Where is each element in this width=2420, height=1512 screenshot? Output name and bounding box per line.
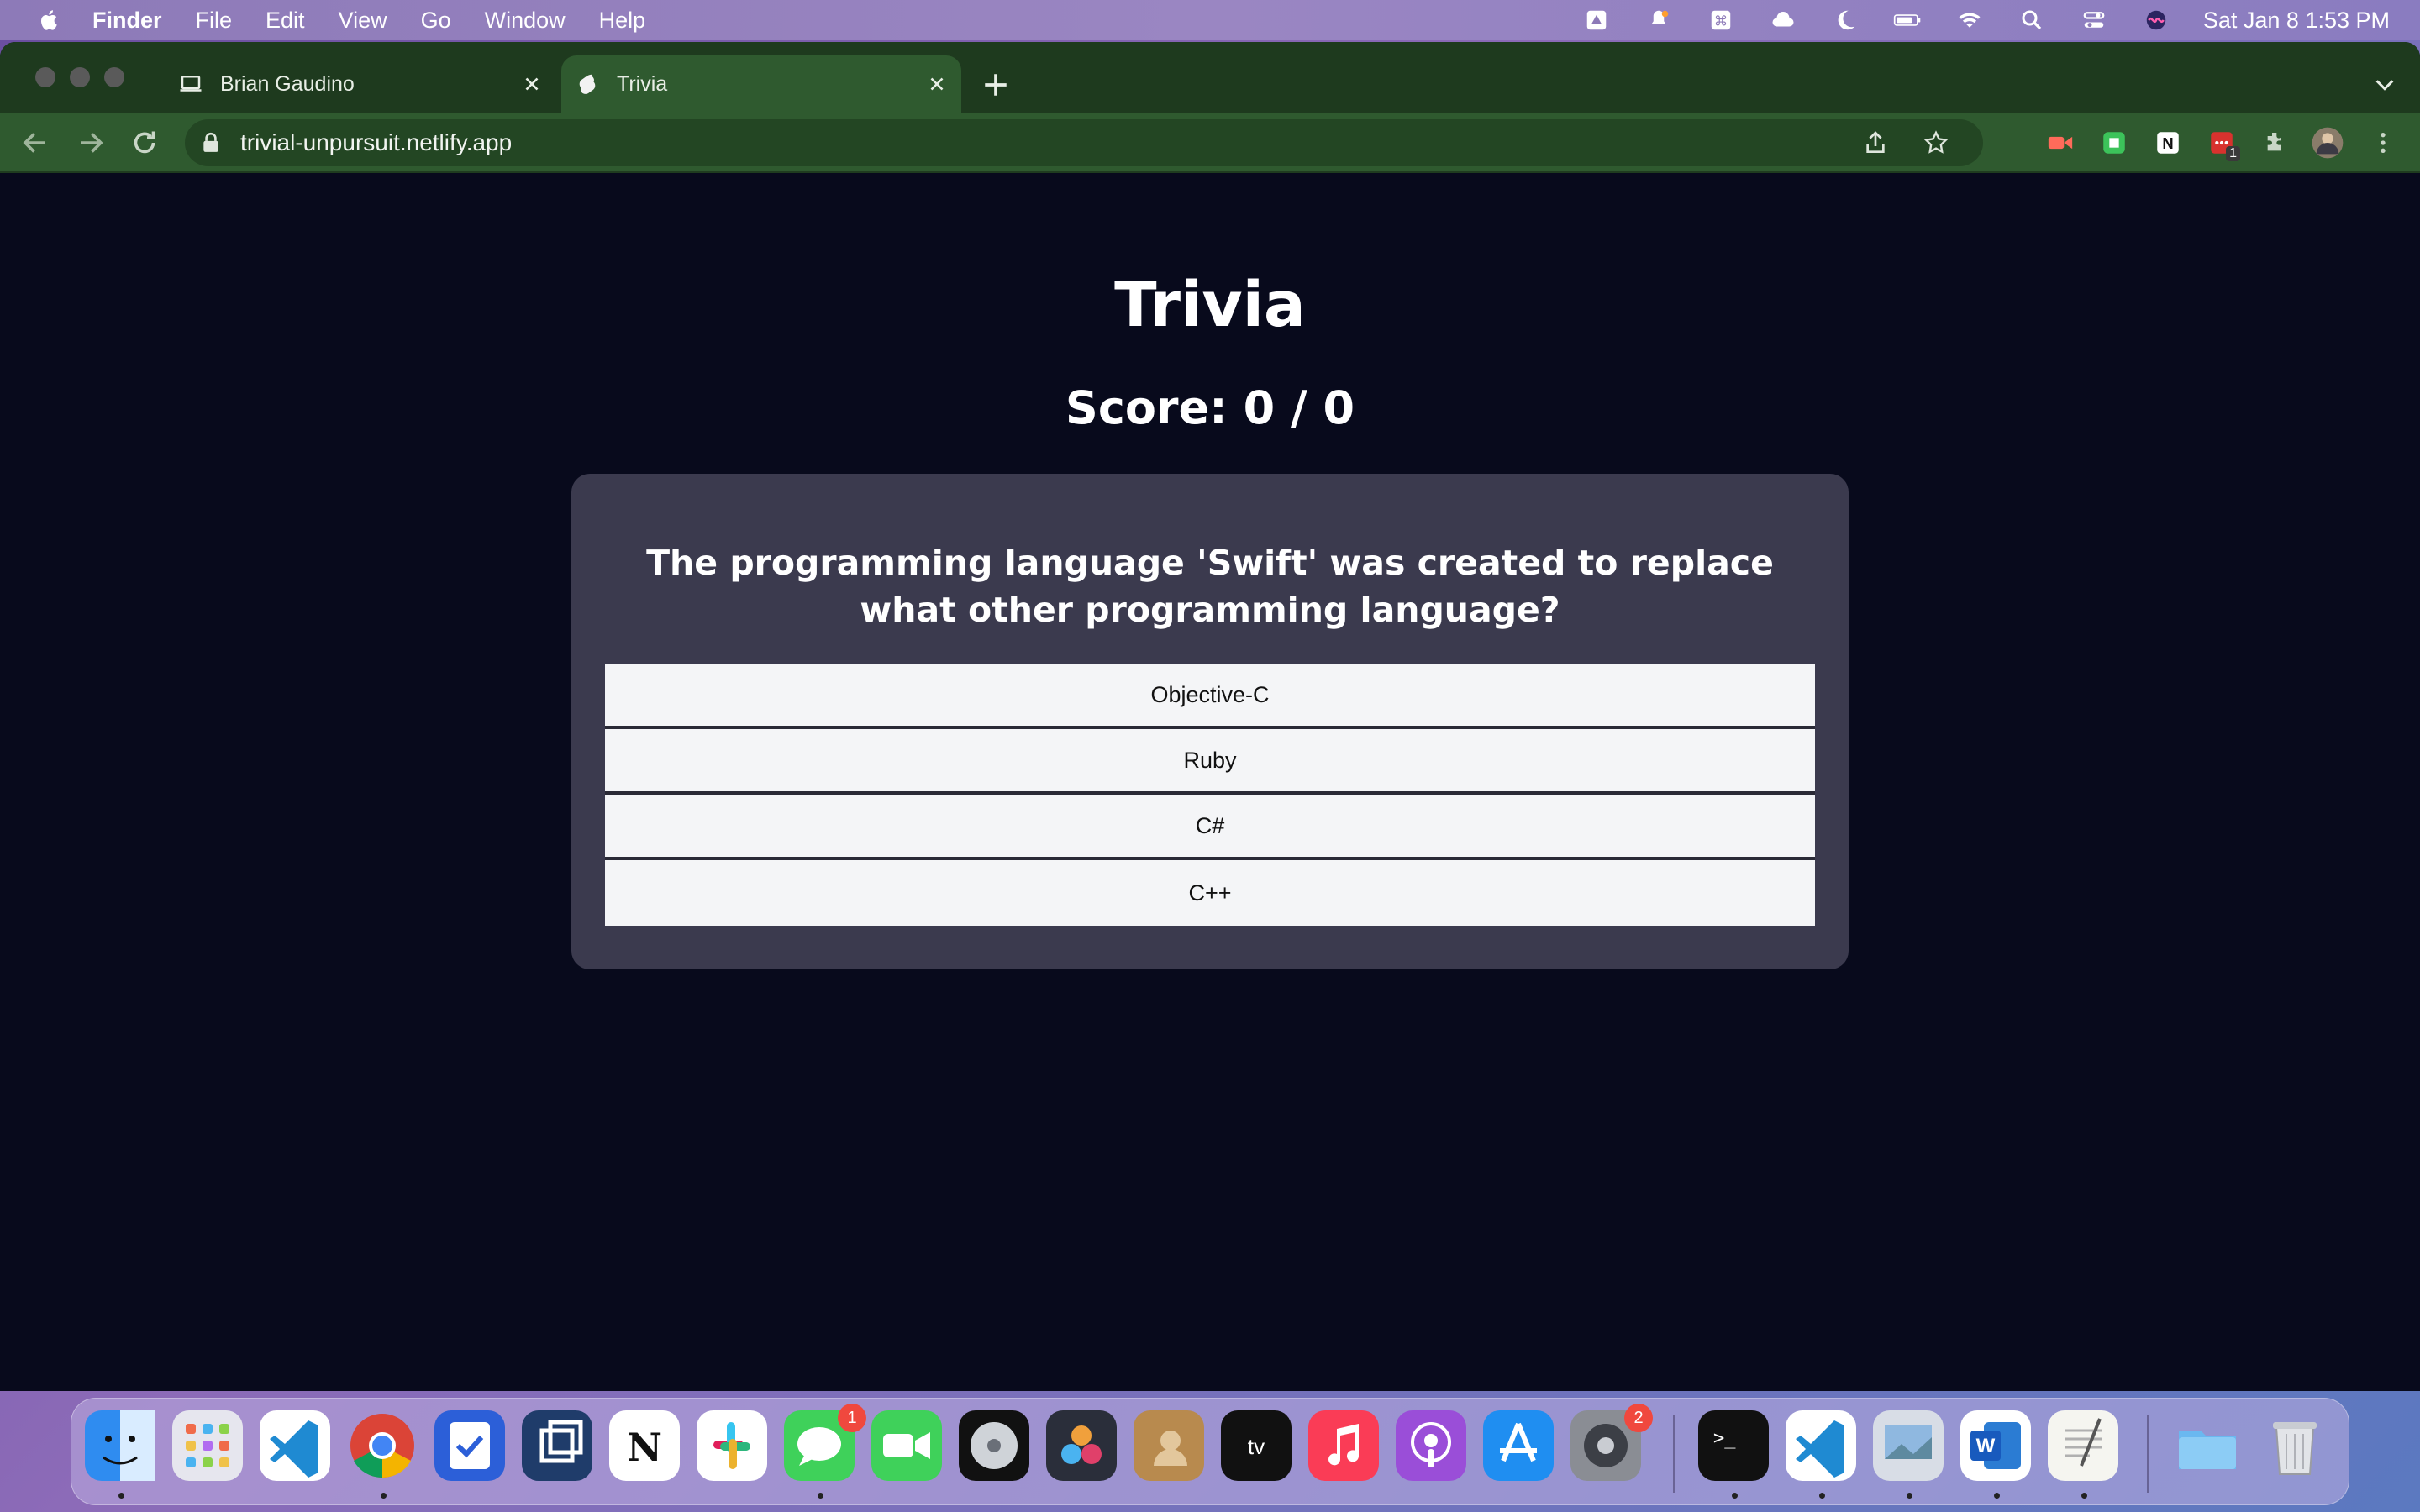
tab-title: Brian Gaudino xyxy=(220,71,355,96)
screen-recorder-extension-icon[interactable] xyxy=(2042,124,2079,161)
menu-bar: Finder File Edit View Go Window Help ⌘ S… xyxy=(0,0,2420,40)
svg-text:⌘: ⌘ xyxy=(1714,13,1728,29)
svg-text:N: N xyxy=(627,1425,662,1470)
screens-dock-icon[interactable] xyxy=(522,1410,592,1481)
tab-title: Trivia xyxy=(617,71,668,96)
menu-app-name[interactable]: Finder xyxy=(92,8,162,34)
url-text[interactable]: trivial-unpursuit.netlify.app xyxy=(240,129,1862,156)
new-tab-plus-icon[interactable] xyxy=(981,71,1010,99)
svg-text:tv: tv xyxy=(1248,1434,1265,1459)
address-bar[interactable]: trivial-unpursuit.netlify.app xyxy=(185,119,1983,166)
trivia-page: Trivia Score: 0 / 0 The programming lang… xyxy=(0,175,2420,1391)
window-minimize-button[interactable] xyxy=(70,67,90,87)
davinci-resolve-dock-icon[interactable] xyxy=(1046,1410,1117,1481)
command-key-icon[interactable]: ⌘ xyxy=(1706,7,1736,34)
tab-close-icon[interactable] xyxy=(926,73,948,95)
contacts-dock-icon[interactable] xyxy=(1134,1410,1204,1481)
battery-icon[interactable] xyxy=(1892,7,1923,34)
question-card: The programming language 'Swift' was cre… xyxy=(571,474,1849,969)
spotlight-search-icon[interactable] xyxy=(2017,7,2047,34)
window-zoom-button[interactable] xyxy=(104,67,124,87)
app-store-dock-icon[interactable] xyxy=(1483,1410,1554,1481)
apple-tv-dock-icon[interactable]: tv xyxy=(1221,1410,1292,1481)
menu-edit[interactable]: Edit xyxy=(266,8,305,34)
tab-close-icon[interactable] xyxy=(521,73,543,95)
question-text: The programming language 'Swift' was cre… xyxy=(646,543,1774,630)
menubar-clock[interactable]: Sat Jan 8 1:53 PM xyxy=(2203,8,2390,34)
notion-extension-icon[interactable]: N xyxy=(2149,124,2186,161)
profile-avatar[interactable] xyxy=(2309,124,2346,161)
drive-icon[interactable] xyxy=(1581,7,1612,34)
siri-icon[interactable] xyxy=(2141,7,2171,34)
svelte-favicon-icon xyxy=(579,74,596,94)
browser-window: Brian Gaudino Trivia trivial-unpursuit.n… xyxy=(0,42,2420,1391)
tab-brian-gaudino[interactable]: Brian Gaudino xyxy=(165,55,556,113)
bookmark-star-icon[interactable] xyxy=(1923,129,1949,156)
wifi-icon[interactable] xyxy=(1954,7,1985,34)
extensions-puzzle-icon[interactable] xyxy=(2257,124,2294,161)
chrome-dock-icon[interactable] xyxy=(347,1410,418,1481)
window-close-button[interactable] xyxy=(35,67,55,87)
forward-arrow-icon[interactable] xyxy=(76,128,106,158)
cloud-app-icon[interactable] xyxy=(1768,7,1798,34)
apple-menu-icon[interactable] xyxy=(37,8,62,33)
score-total: 0 xyxy=(1323,381,1355,434)
tab-bar: Brian Gaudino Trivia xyxy=(0,42,2420,113)
window-controls xyxy=(35,67,124,87)
finder-dock-icon[interactable] xyxy=(85,1410,155,1481)
lock-icon[interactable] xyxy=(202,132,220,154)
answer-button[interactable]: C++ xyxy=(605,860,1815,926)
score-correct: 0 xyxy=(1243,381,1276,434)
page-title: Trivia xyxy=(1114,269,1306,341)
laptop-favicon-icon xyxy=(180,76,202,92)
reload-icon[interactable] xyxy=(129,128,160,158)
back-arrow-icon[interactable] xyxy=(20,128,50,158)
dock: N 1 tv 2 >_ W xyxy=(71,1398,2349,1505)
menu-window[interactable]: Window xyxy=(485,8,566,34)
messages-badge: 1 xyxy=(838,1404,866,1432)
downloads-folder-icon[interactable] xyxy=(2172,1410,2243,1481)
answer-button[interactable]: Ruby xyxy=(605,729,1815,795)
do-not-disturb-moon-icon[interactable] xyxy=(1830,7,1860,34)
todoist-extension-icon[interactable]: 1 xyxy=(2203,124,2240,161)
answer-button[interactable]: C# xyxy=(605,795,1815,860)
answer-button[interactable]: Objective-C xyxy=(605,664,1815,729)
answer-list: Objective-C Ruby C# C++ xyxy=(605,664,1815,926)
menu-help[interactable]: Help xyxy=(599,8,646,34)
preview-dock-icon[interactable] xyxy=(1873,1410,1944,1481)
tab-trivia[interactable]: Trivia xyxy=(561,55,961,113)
music-dock-icon[interactable] xyxy=(1308,1410,1379,1481)
notification-bell-icon[interactable] xyxy=(1644,7,1674,34)
svg-text:W: W xyxy=(1976,1435,1996,1457)
svg-text:N: N xyxy=(2162,134,2173,152)
evernote-extension-icon[interactable] xyxy=(2096,124,2133,161)
logic-dock-icon[interactable] xyxy=(959,1410,1029,1481)
score-label: Score: xyxy=(1065,381,1244,434)
word-dock-icon[interactable]: W xyxy=(1960,1410,2031,1481)
notion-dock-icon[interactable]: N xyxy=(609,1410,680,1481)
control-center-icon[interactable] xyxy=(2079,7,2109,34)
browser-menu-kebab-icon[interactable] xyxy=(2365,124,2402,161)
slack-dock-icon[interactable] xyxy=(697,1410,767,1481)
share-icon[interactable] xyxy=(1862,129,1889,156)
score-separator: / xyxy=(1275,381,1323,434)
browser-toolbar: trivial-unpursuit.netlify.app N 1 xyxy=(0,113,2420,173)
tab-search-chevron-icon[interactable] xyxy=(2373,76,2396,94)
tasks-dock-icon[interactable] xyxy=(434,1410,505,1481)
facetime-dock-icon[interactable] xyxy=(871,1410,942,1481)
menu-file[interactable]: File xyxy=(196,8,233,34)
vscode-dock-icon[interactable] xyxy=(260,1410,330,1481)
extension-badge: 1 xyxy=(2226,146,2240,161)
menu-view[interactable]: View xyxy=(339,8,387,34)
podcasts-dock-icon[interactable] xyxy=(1396,1410,1466,1481)
trash-icon[interactable] xyxy=(2260,1410,2330,1481)
settings-badge: 2 xyxy=(1624,1404,1653,1432)
textedit-dock-icon[interactable] xyxy=(2048,1410,2118,1481)
menu-go[interactable]: Go xyxy=(421,8,451,34)
svg-text:>_: >_ xyxy=(1713,1428,1736,1449)
score-display: Score: 0 / 0 xyxy=(0,381,2420,434)
launchpad-dock-icon[interactable] xyxy=(172,1410,243,1481)
vscode-dock-icon[interactable] xyxy=(1786,1410,1856,1481)
terminal-dock-icon[interactable]: >_ xyxy=(1698,1410,1769,1481)
